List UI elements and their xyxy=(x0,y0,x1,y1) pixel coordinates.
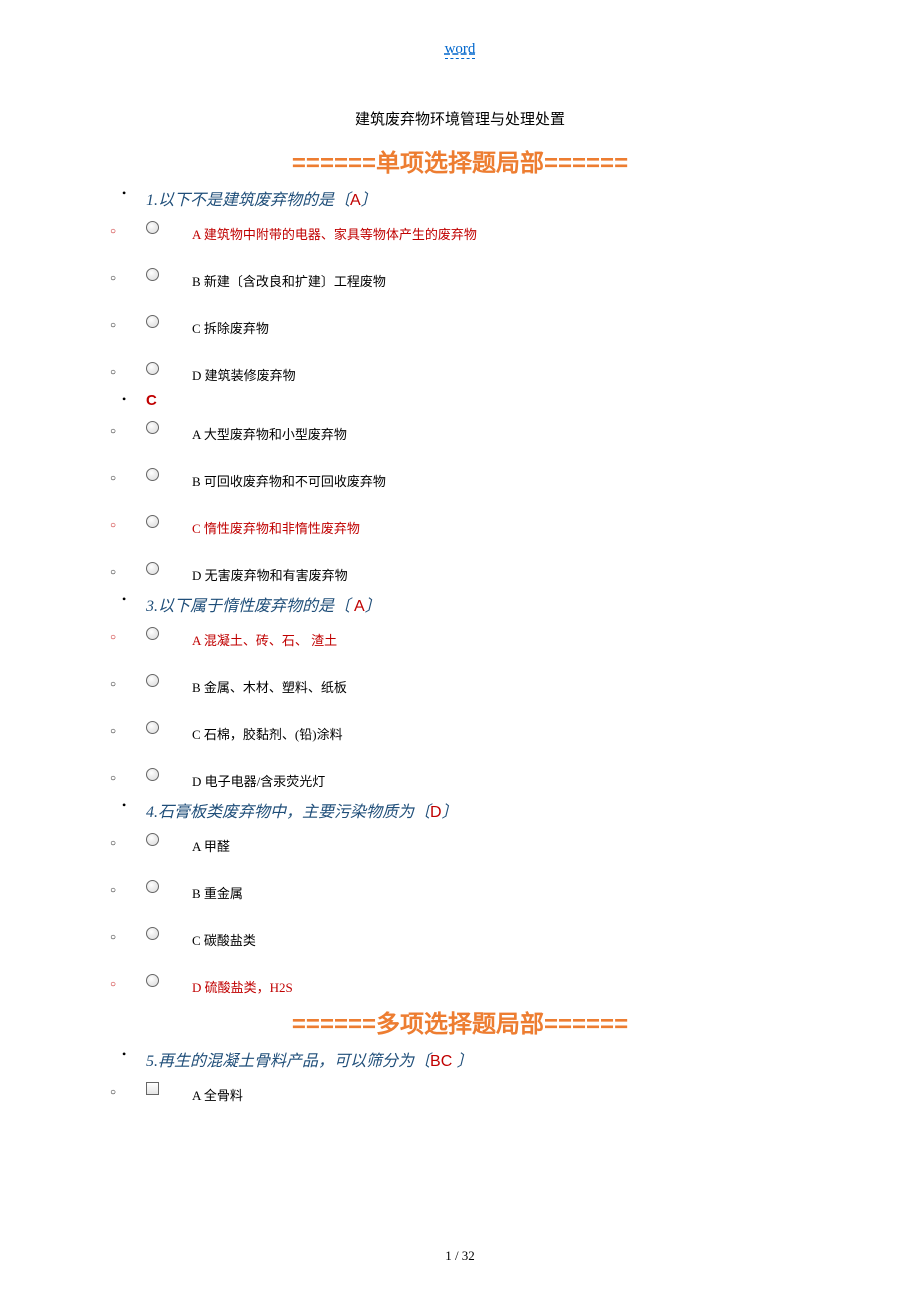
radio-icon[interactable] xyxy=(146,315,159,328)
q1-suffix: 〕 xyxy=(361,192,377,209)
sub-bullet-icon: ○ xyxy=(110,726,116,737)
sub-bullet-icon: ○ xyxy=(110,979,116,990)
q3-option-d: ○ D 电子电器/含汞荧光灯 xyxy=(146,767,810,790)
q4-option-a: ○ A 甲醛 xyxy=(146,832,810,855)
radio-icon[interactable] xyxy=(146,627,159,640)
sub-bullet-icon: ○ xyxy=(110,473,116,484)
radio-icon[interactable] xyxy=(146,833,159,846)
sub-bullet-icon: ○ xyxy=(110,632,116,643)
q2-option-c: ○ C 惰性废弃物和非惰性废弃物 xyxy=(146,514,810,537)
sub-bullet-icon: ○ xyxy=(110,679,116,690)
checkbox-icon[interactable] xyxy=(146,1082,159,1095)
q1-prefix: 1.以下不是建筑废弃物的是〔 xyxy=(146,192,350,209)
header-link: word xyxy=(110,40,810,58)
question-2: C ○ A 大型废弃物和小型废弃物 ○ B 可回收废弃物和不可回收废弃物 ○ C… xyxy=(110,392,810,584)
radio-icon[interactable] xyxy=(146,927,159,940)
sub-bullet-icon: ○ xyxy=(110,273,116,284)
q2-option-c-text: C 惰性废弃物和非惰性废弃物 xyxy=(192,514,360,537)
q1-option-a-text: A 建筑物中附带的电器、家具等物体产生的废弃物 xyxy=(192,220,477,243)
q4-suffix: 〕 xyxy=(442,804,458,821)
question-4: 4.石膏板类废弃物中，主要污染物质为〔D〕 ○ A 甲醛 ○ B 重金属 ○ C… xyxy=(110,798,810,996)
section-heading-single: ======单项选择题局部====== xyxy=(110,143,810,178)
section-heading-multi: ======多项选择题局部====== xyxy=(110,1004,810,1039)
q2-option-d-text: D 无害废弃物和有害废弃物 xyxy=(192,561,348,584)
q3-prefix: 3.以下属于惰性废弃物的是〔 xyxy=(146,598,354,615)
sub-bullet-icon: ○ xyxy=(110,567,116,578)
q5-prefix: 5.再生的混凝土骨料产品，可以筛分为〔 xyxy=(146,1053,430,1070)
q5-option-a-text: A 全骨料 xyxy=(192,1081,243,1104)
radio-icon[interactable] xyxy=(146,421,159,434)
question-3-text: 3.以下属于惰性废弃物的是〔 A〕 xyxy=(146,598,381,615)
radio-icon[interactable] xyxy=(146,221,159,234)
q4-answer: D xyxy=(430,804,442,821)
radio-icon[interactable] xyxy=(146,974,159,987)
q2-answer: C xyxy=(146,392,157,409)
q3-answer: A xyxy=(354,598,365,615)
q4-option-c: ○ C 碳酸盐类 xyxy=(146,926,810,949)
sub-bullet-icon: ○ xyxy=(110,773,116,784)
q3-option-b-text: B 金属、木材、塑料、纸板 xyxy=(192,673,347,696)
q5-answer: BC xyxy=(430,1053,457,1070)
radio-icon[interactable] xyxy=(146,268,159,281)
q2-option-d: ○ D 无害废弃物和有害废弃物 xyxy=(146,561,810,584)
q4-option-a-text: A 甲醛 xyxy=(192,832,230,855)
q1-option-a: ○ A 建筑物中附带的电器、家具等物体产生的废弃物 xyxy=(146,220,810,243)
question-5: 5.再生的混凝土骨料产品，可以筛分为〔BC 〕 ○ A 全骨料 xyxy=(110,1047,810,1104)
q4-option-d: ○ D 硫酸盐类，H2S xyxy=(146,973,810,996)
q4-option-c-text: C 碳酸盐类 xyxy=(192,926,256,949)
word-link-text[interactable]: word xyxy=(445,41,476,59)
sub-bullet-icon: ○ xyxy=(110,226,116,237)
q1-option-d-text: D 建筑装修废弃物 xyxy=(192,361,296,384)
sub-bullet-icon: ○ xyxy=(110,932,116,943)
q3-option-c-text: C 石棉，胶黏剂、(铅)涂料 xyxy=(192,720,343,743)
q3-option-a-text: A 混凝土、砖、石、 渣土 xyxy=(192,626,337,649)
sub-bullet-icon: ○ xyxy=(110,1087,116,1098)
q4-option-b: ○ B 重金属 xyxy=(146,879,810,902)
radio-icon[interactable] xyxy=(146,468,159,481)
q5-suffix: 〕 xyxy=(457,1053,473,1070)
document-title: 建筑废弃物环境管理与处理处置 xyxy=(110,108,810,129)
sub-bullet-icon: ○ xyxy=(110,520,116,531)
radio-icon[interactable] xyxy=(146,515,159,528)
q3-option-b: ○ B 金属、木材、塑料、纸板 xyxy=(146,673,810,696)
q2-option-a-text: A 大型废弃物和小型废弃物 xyxy=(192,420,347,443)
q1-option-b: ○ B 新建〔含改良和扩建〕工程废物 xyxy=(146,267,810,290)
question-1: 1.以下不是建筑废弃物的是〔A〕 ○ A 建筑物中附带的电器、家具等物体产生的废… xyxy=(110,186,810,384)
radio-icon[interactable] xyxy=(146,362,159,375)
q1-option-c: ○ C 拆除废弃物 xyxy=(146,314,810,337)
q1-option-d: ○ D 建筑装修废弃物 xyxy=(146,361,810,384)
radio-icon[interactable] xyxy=(146,768,159,781)
q4-option-b-text: B 重金属 xyxy=(192,879,243,902)
q2-option-b-text: B 可回收废弃物和不可回收废弃物 xyxy=(192,467,386,490)
q1-option-c-text: C 拆除废弃物 xyxy=(192,314,269,337)
radio-icon[interactable] xyxy=(146,721,159,734)
radio-icon[interactable] xyxy=(146,880,159,893)
sub-bullet-icon: ○ xyxy=(110,426,116,437)
sub-bullet-icon: ○ xyxy=(110,320,116,331)
q3-suffix: 〕 xyxy=(365,598,381,615)
sub-bullet-icon: ○ xyxy=(110,367,116,378)
q2-option-a: ○ A 大型废弃物和小型废弃物 xyxy=(146,420,810,443)
q4-option-d-text: D 硫酸盐类，H2S xyxy=(192,973,293,996)
q1-option-b-text: B 新建〔含改良和扩建〕工程废物 xyxy=(192,267,386,290)
q1-answer: A xyxy=(350,192,361,209)
q3-option-a: ○ A 混凝土、砖、石、 渣土 xyxy=(146,626,810,649)
q4-prefix: 4.石膏板类废弃物中，主要污染物质为〔 xyxy=(146,804,430,821)
question-3: 3.以下属于惰性废弃物的是〔 A〕 ○ A 混凝土、砖、石、 渣土 ○ B 金属… xyxy=(110,592,810,790)
radio-icon[interactable] xyxy=(146,674,159,687)
q2-option-b: ○ B 可回收废弃物和不可回收废弃物 xyxy=(146,467,810,490)
sub-bullet-icon: ○ xyxy=(110,885,116,896)
page-footer: 1 / 32 xyxy=(0,1248,920,1264)
q3-option-c: ○ C 石棉，胶黏剂、(铅)涂料 xyxy=(146,720,810,743)
question-5-text: 5.再生的混凝土骨料产品，可以筛分为〔BC 〕 xyxy=(146,1053,473,1070)
q5-option-a: ○ A 全骨料 xyxy=(146,1081,810,1104)
question-4-text: 4.石膏板类废弃物中，主要污染物质为〔D〕 xyxy=(146,804,458,821)
sub-bullet-icon: ○ xyxy=(110,838,116,849)
q3-option-d-text: D 电子电器/含汞荧光灯 xyxy=(192,767,325,790)
radio-icon[interactable] xyxy=(146,562,159,575)
question-1-text: 1.以下不是建筑废弃物的是〔A〕 xyxy=(146,192,377,209)
